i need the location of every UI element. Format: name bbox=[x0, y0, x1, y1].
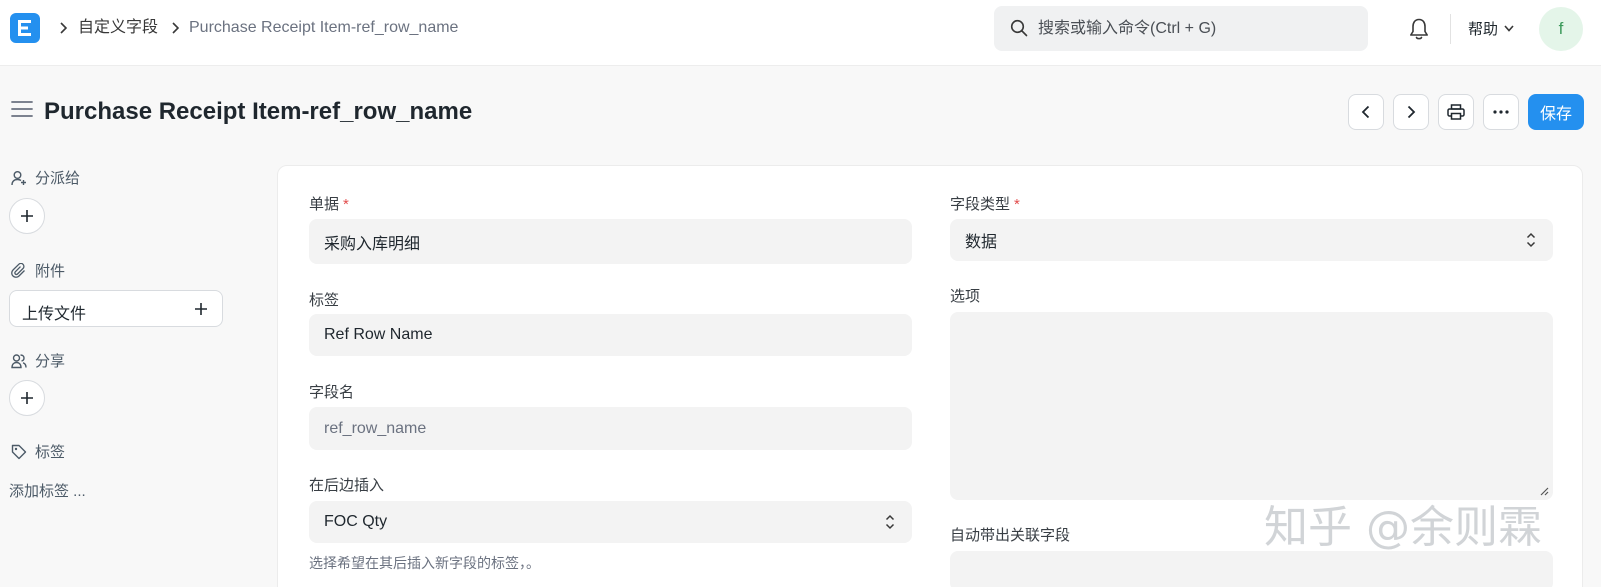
share-section: 分享 bbox=[11, 350, 65, 371]
tags-section: 标签 bbox=[11, 441, 65, 462]
insert-after-value: FOC Qty bbox=[324, 513, 388, 530]
fieldtype-select[interactable]: 数据 bbox=[950, 219, 1553, 261]
insert-after-select[interactable]: FOC Qty bbox=[309, 501, 912, 543]
attachments-section: 附件 bbox=[11, 260, 65, 281]
label-field-label: 标签 bbox=[309, 292, 340, 309]
plus-icon bbox=[195, 303, 207, 315]
insert-after-help-text: 选择希望在其后插入新字段的标签，。 bbox=[309, 555, 540, 571]
chevron-left-icon bbox=[1361, 105, 1370, 119]
add-tag-link[interactable]: 添加标签 ... bbox=[9, 480, 86, 501]
doctype-field[interactable]: 采购入库明细 bbox=[309, 219, 912, 264]
doctype-field-label: 单据 * bbox=[309, 193, 349, 214]
chevron-right-icon bbox=[1407, 105, 1416, 119]
fieldtype-value: 数据 bbox=[965, 234, 998, 251]
page-title: Purchase Receipt Item-ref_row_name bbox=[44, 98, 473, 125]
watermark: 知乎 @余则霖 bbox=[1264, 502, 1542, 553]
breadcrumb-chevron-icon bbox=[57, 18, 69, 38]
options-textarea[interactable] bbox=[950, 312, 1553, 500]
attachments-label: 附件 bbox=[35, 263, 66, 280]
breadcrumb-chevron-icon bbox=[169, 18, 181, 38]
select-updown-icon bbox=[885, 514, 895, 530]
fieldtype-label-text: 字段类型 bbox=[950, 196, 1011, 213]
assign-to-section: 分派给 bbox=[11, 167, 80, 188]
fetch-from-field-label: 自动带出关联字段 bbox=[950, 527, 1071, 544]
plus-icon bbox=[21, 392, 33, 404]
assign-to-label: 分派给 bbox=[35, 170, 81, 187]
add-share-button[interactable] bbox=[9, 380, 45, 416]
search-input[interactable] bbox=[1038, 6, 1358, 51]
search-icon bbox=[1010, 19, 1028, 37]
breadcrumb-custom-field[interactable]: 自定义字段 bbox=[78, 18, 158, 38]
insert-after-field-label: 在后边插入 bbox=[309, 477, 385, 494]
doctype-label-text: 单据 bbox=[309, 196, 340, 213]
user-avatar[interactable]: f bbox=[1539, 7, 1583, 51]
help-label: 帮助 bbox=[1468, 21, 1499, 38]
share-label: 分享 bbox=[35, 353, 66, 370]
upload-file-button[interactable]: 上传文件 bbox=[9, 290, 223, 327]
app-logo[interactable] bbox=[10, 13, 40, 43]
options-field-label: 选项 bbox=[950, 288, 981, 305]
tag-icon bbox=[11, 444, 27, 459]
label-field[interactable]: Ref Row Name bbox=[309, 314, 912, 356]
fieldname-field[interactable]: ref_row_name bbox=[309, 407, 912, 450]
notification-bell-icon[interactable] bbox=[1408, 17, 1430, 41]
add-assign-button[interactable] bbox=[9, 198, 45, 234]
select-updown-icon bbox=[1526, 232, 1536, 248]
print-button[interactable] bbox=[1438, 94, 1474, 130]
required-asterisk: * bbox=[343, 196, 349, 213]
upload-file-label: 上传文件 bbox=[22, 306, 87, 323]
fetch-from-field[interactable] bbox=[950, 551, 1553, 587]
next-doc-button[interactable] bbox=[1393, 94, 1429, 130]
navbar-divider bbox=[1450, 14, 1451, 44]
sidebar-toggle-icon[interactable] bbox=[11, 100, 33, 118]
tags-label: 标签 bbox=[35, 444, 66, 461]
fieldname-field-label: 字段名 bbox=[309, 384, 355, 401]
printer-icon bbox=[1447, 104, 1465, 120]
previous-doc-button[interactable] bbox=[1348, 94, 1384, 130]
paperclip-icon bbox=[11, 262, 25, 278]
chevron-down-icon bbox=[1504, 25, 1514, 32]
more-actions-button[interactable] bbox=[1483, 94, 1519, 130]
navbar: 自定义字段 Purchase Receipt Item-ref_row_name… bbox=[0, 0, 1601, 66]
plus-icon bbox=[21, 210, 33, 222]
help-dropdown[interactable]: 帮助 bbox=[1468, 18, 1514, 39]
user-add-icon bbox=[11, 170, 26, 185]
save-button[interactable]: 保存 bbox=[1528, 94, 1584, 130]
more-horizontal-icon bbox=[1493, 110, 1509, 114]
awesome-search-bar[interactable] bbox=[994, 6, 1368, 51]
breadcrumb-current[interactable]: Purchase Receipt Item-ref_row_name bbox=[189, 18, 458, 38]
required-asterisk: * bbox=[1014, 196, 1020, 213]
users-icon bbox=[11, 353, 27, 368]
erpnext-logo-icon bbox=[18, 20, 31, 36]
fieldtype-field-label: 字段类型 * bbox=[950, 193, 1020, 214]
